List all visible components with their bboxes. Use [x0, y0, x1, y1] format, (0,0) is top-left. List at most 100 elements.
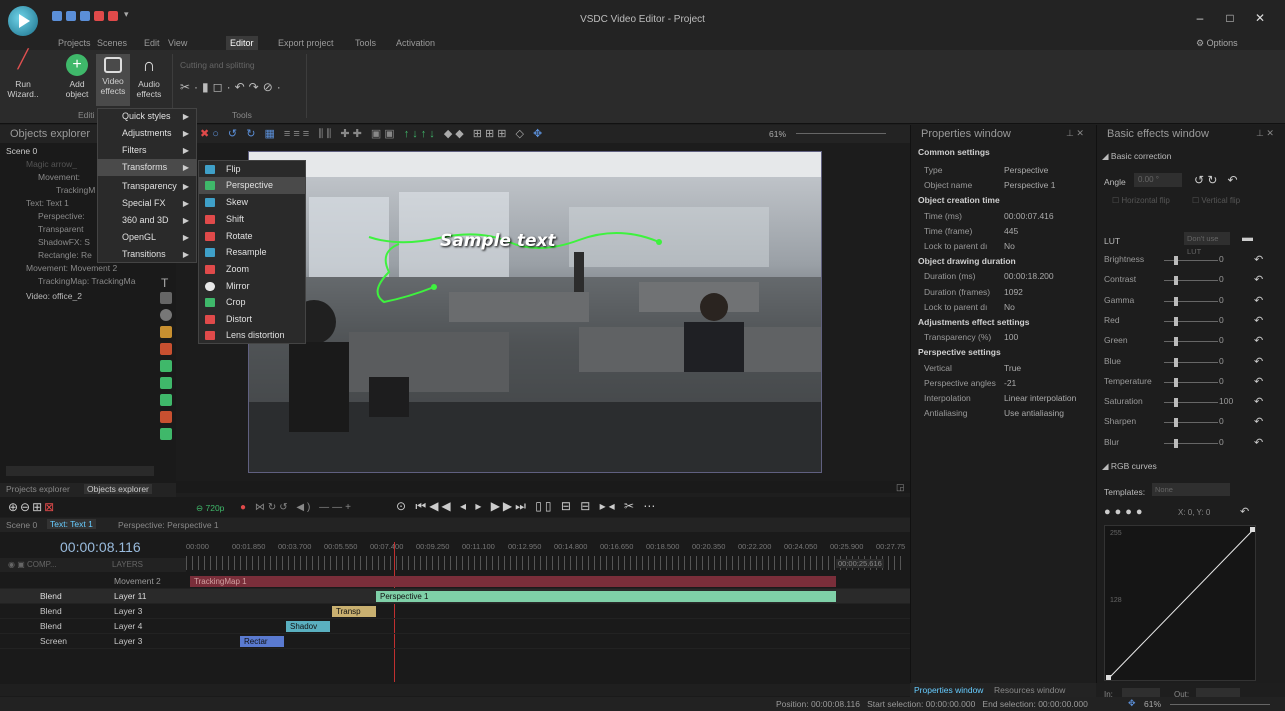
property-value[interactable]: -21: [1004, 376, 1016, 391]
vertical-flip-checkbox[interactable]: ☐ Vertical flip: [1192, 196, 1240, 205]
tree-item[interactable]: TrackingMap: TrackingMa: [38, 276, 135, 286]
property-row[interactable]: Vertical True: [912, 361, 1094, 376]
property-value[interactable]: 100: [1004, 330, 1018, 345]
templates-select[interactable]: None: [1152, 483, 1230, 496]
slider-track[interactable]: [1164, 341, 1218, 343]
submenu-item-rotate[interactable]: Rotate: [199, 228, 305, 245]
property-row[interactable]: Time (frame) 445: [912, 224, 1094, 239]
reset-icon[interactable]: ↶: [1254, 375, 1263, 388]
expand-icon[interactable]: ◲: [896, 482, 905, 493]
property-row[interactable]: Object name Perspective 1: [912, 178, 1094, 193]
slider-handle[interactable]: [1174, 296, 1178, 306]
add-object-button[interactable]: + Add object: [60, 54, 94, 99]
status-zoom-slider[interactable]: [1170, 704, 1270, 705]
property-value[interactable]: 00:00:18.200: [1004, 269, 1054, 284]
submenu-item-lens-distortion[interactable]: Lens distortion: [199, 327, 305, 344]
submenu-item-shift[interactable]: Shift: [199, 211, 305, 228]
blend-mode[interactable]: Blend: [40, 591, 62, 601]
tree-item[interactable]: Movement:: [38, 172, 80, 182]
property-value[interactable]: 445: [1004, 224, 1018, 239]
options-menu[interactable]: ⚙ Options: [1196, 38, 1238, 49]
tree-item[interactable]: Perspective:: [38, 211, 85, 221]
tree-item[interactable]: ShadowFX: S: [38, 237, 90, 247]
tree-item[interactable]: Scene 0: [6, 146, 37, 156]
channel-selector[interactable]: ●●●●: [1104, 506, 1147, 518]
tab-resources-window[interactable]: Resources window: [994, 685, 1065, 695]
menu-item-adjustments[interactable]: Adjustments ▶: [97, 125, 197, 142]
close-button[interactable]: ✕: [1250, 11, 1270, 25]
angle-input[interactable]: 0.00 °: [1134, 173, 1182, 187]
animation-tool-icon[interactable]: [160, 343, 172, 355]
property-section[interactable]: Common settings: [912, 145, 1094, 160]
slider-track[interactable]: [1164, 300, 1218, 302]
slider-handle[interactable]: [1174, 438, 1178, 448]
tab-view[interactable]: View: [164, 36, 191, 50]
slider-handle[interactable]: [1174, 398, 1178, 408]
tree-item[interactable]: Video: office_2: [26, 291, 82, 301]
horizontal-flip-checkbox[interactable]: ☐ Horizontal flip: [1112, 196, 1170, 205]
timeline-clip[interactable]: Shadov: [286, 621, 330, 632]
slider-handle[interactable]: [1174, 418, 1178, 428]
property-row[interactable]: Lock to parent dı No: [912, 300, 1094, 315]
horizontal-scrollbar[interactable]: [6, 466, 154, 476]
property-row[interactable]: Time (ms) 00:00:07.416: [912, 209, 1094, 224]
timeline-clip[interactable]: Transp: [332, 606, 376, 617]
submenu-item-flip[interactable]: Flip: [199, 161, 305, 178]
slider-track[interactable]: [1164, 442, 1218, 444]
tab-tools[interactable]: Tools: [351, 36, 380, 50]
property-section[interactable]: Object creation time: [912, 193, 1094, 208]
menu-item-transparency[interactable]: Transparency ▶: [97, 178, 197, 195]
submenu-item-crop[interactable]: Crop: [199, 294, 305, 311]
slider-handle[interactable]: [1174, 377, 1178, 387]
submenu-item-mirror[interactable]: Mirror: [199, 278, 305, 295]
slider-row[interactable]: Sharpen 0 ↶: [1104, 416, 1274, 430]
submenu-item-distort[interactable]: Distort: [199, 311, 305, 328]
property-value[interactable]: No: [1004, 300, 1015, 315]
video-preview[interactable]: [248, 151, 822, 473]
tree-item[interactable]: TrackingM: [56, 185, 95, 195]
basic-correction-section[interactable]: ◢ Basic correction: [1102, 151, 1171, 162]
slider-handle[interactable]: [1174, 316, 1178, 326]
run-wizard-button[interactable]: ╱ Run Wizard..: [6, 50, 40, 99]
slider-row[interactable]: Brightness 0 ↶: [1104, 254, 1274, 268]
sprite-tool-icon[interactable]: [160, 411, 172, 423]
reset-icon[interactable]: ↶: [1254, 436, 1263, 449]
menu-item-opengl[interactable]: OpenGL ▶: [97, 229, 197, 246]
timeline-tab-scene[interactable]: Scene 0: [6, 520, 37, 530]
minimize-button[interactable]: –: [1190, 11, 1210, 25]
slider-handle[interactable]: [1174, 276, 1178, 286]
tab-projects-explorer[interactable]: Projects explorer: [6, 484, 70, 494]
lut-select[interactable]: Don't use LUT: [1184, 232, 1230, 256]
zoom-level[interactable]: 61%: [769, 129, 786, 139]
tab-objects-explorer[interactable]: Objects explorer: [84, 484, 152, 494]
submenu-item-perspective[interactable]: Perspective: [199, 177, 305, 194]
menu-item-quick-styles[interactable]: Quick styles ▶: [97, 108, 197, 125]
slider-handle[interactable]: [1174, 256, 1178, 265]
movement-tool-icon[interactable]: [160, 428, 172, 440]
tab-activation[interactable]: Activation: [392, 36, 439, 50]
slider-row[interactable]: Contrast 0 ↶: [1104, 274, 1274, 288]
text-tool-icon[interactable]: T: [161, 276, 168, 290]
menu-item-transitions[interactable]: Transitions ▶: [97, 246, 197, 263]
menu-item-transforms[interactable]: Transforms ▶: [97, 159, 197, 176]
submenu-item-zoom[interactable]: Zoom: [199, 261, 305, 278]
zoom-slider[interactable]: [796, 133, 886, 134]
audio-effects-button[interactable]: ∩ Audio effects: [132, 54, 166, 99]
tree-item[interactable]: Rectangle: Re: [38, 250, 92, 260]
pin-icon[interactable]: ⊥ ✕: [1256, 128, 1274, 139]
subtitle-tool-icon[interactable]: [160, 292, 172, 304]
video-tool-icon[interactable]: [160, 394, 172, 406]
blend-mode[interactable]: Blend: [40, 606, 62, 616]
submenu-item-resample[interactable]: Resample: [199, 244, 305, 261]
toolbar-icons[interactable]: ✖○ ↺ ↻ ▦ ≡≡≡ ⫼⫼ ✚✚ ▣▣ ↑↓↑↓ ◆◆ ⊞⊞⊞ ◇ ✥: [200, 127, 545, 141]
reset-icon[interactable]: ↶: [1254, 273, 1263, 286]
slider-row[interactable]: Blue 0 ↶: [1104, 356, 1274, 370]
submenu-item-skew[interactable]: Skew: [199, 194, 305, 211]
property-value[interactable]: Use antialiasing: [1004, 406, 1064, 421]
property-row[interactable]: Lock to parent dı No: [912, 239, 1094, 254]
timeline-clip[interactable]: Rectar: [240, 636, 284, 647]
property-section[interactable]: Adjustments effect settings: [912, 315, 1094, 330]
tree-item[interactable]: Movement: Movement 2: [26, 263, 117, 273]
menu-item-filters[interactable]: Filters ▶: [97, 142, 197, 159]
timeline-ruler[interactable]: 00:000 00:01.850 00:03.700 00:05.550 00:07.4…: [186, 542, 906, 554]
